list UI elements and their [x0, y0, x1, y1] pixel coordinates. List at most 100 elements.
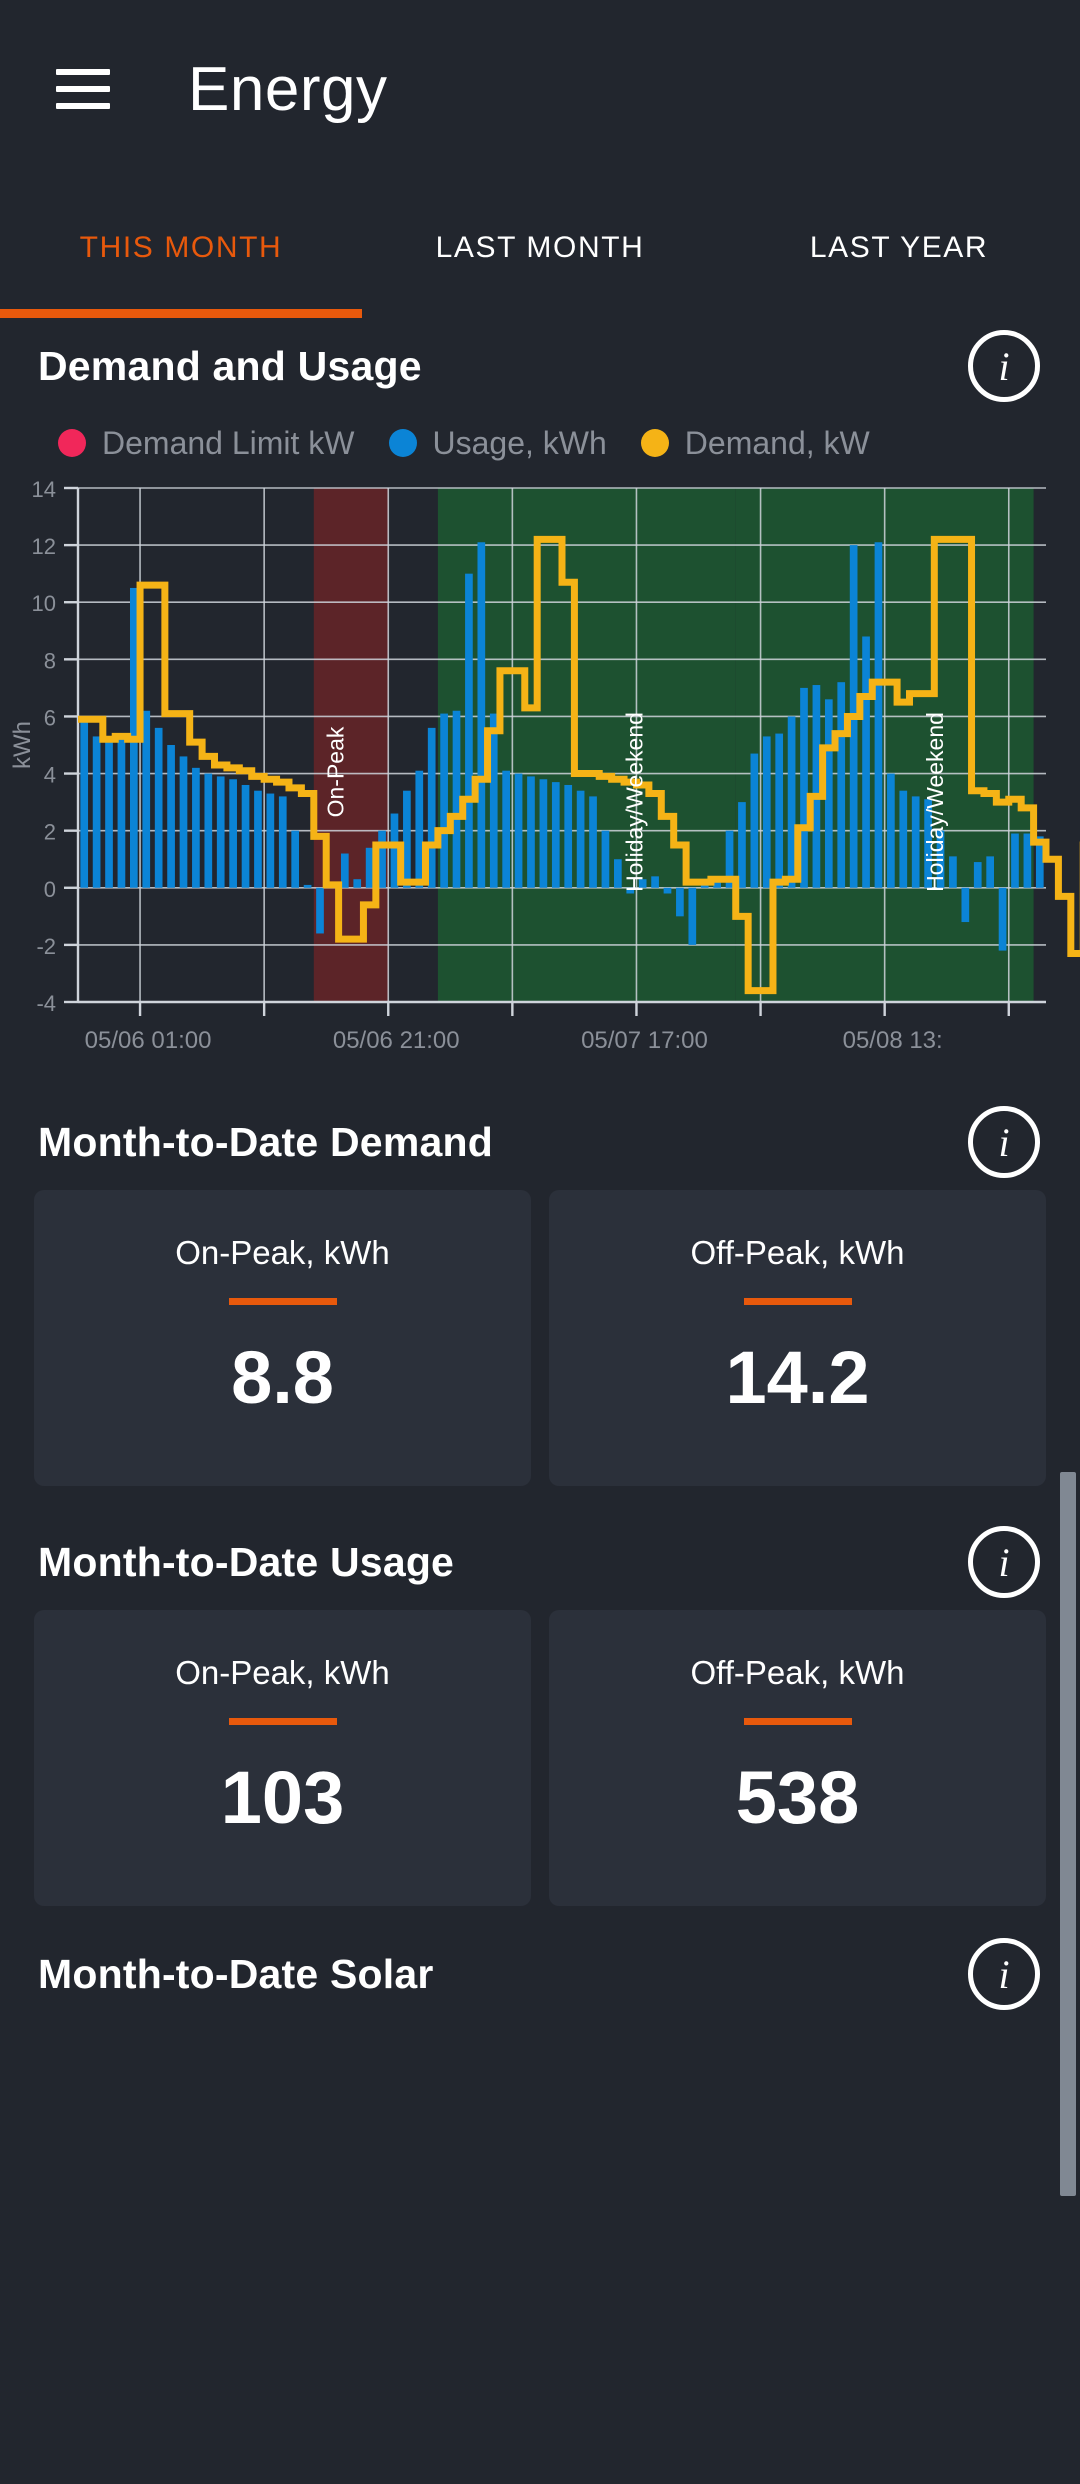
demand-usage-chart[interactable]: -4 -2 0 2 4 6 8 10 12 14 05/06 01:00 05/06 21:00 05/…: [0, 472, 1080, 1082]
info-icon[interactable]: i: [968, 330, 1040, 402]
card-rule: [228, 1718, 337, 1725]
chart-band-label: Holiday/Weekend: [922, 712, 948, 892]
chart-bar: [837, 682, 846, 888]
chart-bar: [278, 796, 287, 888]
chart-bar: [340, 853, 349, 888]
chart-bar: [911, 796, 920, 888]
mtd-demand-cards: On-Peak, kWh 8.8 Off-Peak, kWh 14.2: [0, 1190, 1080, 1486]
y-axis-title: kWh: [9, 721, 36, 769]
chart-bar: [489, 713, 498, 888]
info-icon[interactable]: i: [968, 1526, 1040, 1598]
chart-bar: [874, 542, 883, 888]
chart-bar: [775, 733, 784, 888]
info-icon[interactable]: i: [968, 1106, 1040, 1178]
vertical-scrollbar[interactable]: [1060, 1472, 1076, 2196]
chart-bar: [551, 782, 560, 888]
chart-bar: [229, 779, 237, 888]
chart-bar: [117, 739, 126, 888]
chart-bar: [899, 790, 908, 888]
chart-band-label: On-Peak: [323, 726, 349, 817]
chart-bar: [403, 790, 411, 888]
chart-bar: [440, 713, 448, 888]
y-tick-label: 14: [32, 477, 56, 502]
chart-bar: [651, 876, 659, 888]
mtd-usage-header: Month-to-Date Usage i: [0, 1514, 1080, 1610]
chart-bar: [378, 830, 386, 888]
chart-bar: [527, 776, 535, 888]
mtd-demand-off-peak-card[interactable]: Off-Peak, kWh 14.2: [549, 1190, 1046, 1486]
chart-bar: [216, 776, 225, 888]
chart-bar: [427, 727, 436, 888]
chart-bar: [365, 847, 374, 888]
y-tick-label: 10: [32, 591, 56, 616]
chart-bar: [514, 773, 523, 888]
y-tick-label: 12: [32, 534, 56, 559]
mtd-usage-off-peak-card[interactable]: Off-Peak, kWh 538: [549, 1610, 1046, 1906]
chart-bar: [390, 813, 399, 888]
chart-bar: [502, 770, 511, 888]
mtd-demand-header: Month-to-Date Demand i: [0, 1094, 1080, 1190]
legend-item-usage[interactable]: Usage, kWh: [388, 424, 607, 462]
app-bar: Energy: [0, 0, 1080, 178]
mtd-solar-header: Month-to-Date Solar i: [0, 1926, 1080, 2022]
demand-usage-header: Demand and Usage i: [0, 318, 1080, 414]
hamburger-bar: [56, 103, 110, 109]
chart-bar: [824, 699, 833, 888]
energy-dashboard-screen: Energy THIS MONTH LAST MONTH LAST YEAR D…: [0, 0, 1080, 2484]
mtd-demand-on-peak-card[interactable]: On-Peak, kWh 8.8: [34, 1190, 531, 1486]
mtd-usage-on-peak-card[interactable]: On-Peak, kWh 103: [34, 1610, 531, 1906]
chart-bar: [254, 790, 262, 888]
chart-bar: [762, 736, 771, 888]
legend-label: Demand, kW: [684, 424, 870, 461]
legend-dot-icon: [58, 429, 86, 457]
legend-label: Demand Limit kW: [102, 424, 355, 461]
chart-bar: [1023, 833, 1032, 888]
page-title: Energy: [188, 54, 388, 124]
tab-last-year[interactable]: LAST YEAR: [718, 178, 1080, 318]
chart-canvas: -4 -2 0 2 4 6 8 10 12 14 05/06 01:00 05/06 21:00 05/…: [9, 477, 1080, 1054]
tab-active-indicator: [0, 309, 362, 318]
chart-bar: [676, 887, 684, 917]
chart-bar: [303, 884, 312, 888]
card-label: Off-Peak, kWh: [690, 1234, 905, 1271]
y-tick-label: -2: [36, 934, 56, 959]
chart-bar: [80, 722, 89, 888]
card-value: 14.2: [725, 1336, 870, 1419]
tab-last-month[interactable]: LAST MONTH: [362, 178, 718, 318]
card-label: Off-Peak, kWh: [690, 1654, 905, 1691]
chart-bar: [167, 745, 175, 888]
legend-item-demand-limit[interactable]: Demand Limit kW: [58, 425, 355, 462]
info-icon[interactable]: i: [968, 1938, 1040, 2010]
chart-bar: [576, 790, 585, 888]
card-value: 538: [735, 1756, 860, 1839]
mtd-usage-title: Month-to-Date Usage: [38, 1538, 455, 1585]
tab-this-month[interactable]: THIS MONTH: [0, 178, 362, 318]
chart-bar: [192, 767, 200, 888]
chart-bar: [179, 756, 188, 888]
x-tick-label: 05/06 21:00: [333, 1027, 460, 1054]
chart-bar: [415, 770, 424, 888]
card-value: 8.8: [231, 1336, 334, 1419]
hamburger-menu-icon[interactable]: [56, 69, 110, 109]
chart-bar: [862, 636, 870, 888]
chart-bar: [353, 879, 362, 888]
y-tick-label: 8: [44, 648, 56, 673]
chart-bar: [241, 784, 250, 888]
y-tick-label: 2: [44, 820, 56, 845]
chart-bar: [477, 542, 486, 888]
chart-bar: [688, 887, 697, 945]
x-tick-label: 05/07 17:00: [581, 1027, 708, 1054]
card-label: On-Peak, kWh: [175, 1234, 390, 1271]
chart-bar: [266, 793, 275, 888]
legend-item-demand[interactable]: Demand, kW: [640, 424, 870, 462]
y-tick-label: -4: [36, 991, 56, 1016]
legend-label: Usage, kWh: [432, 424, 607, 461]
card-rule: [228, 1298, 337, 1305]
mtd-solar-title: Month-to-Date Solar: [38, 1950, 434, 1997]
chart-bar: [663, 887, 672, 894]
chart-bar: [92, 736, 101, 888]
y-tick-label: 0: [44, 877, 56, 902]
chart-bar: [738, 802, 746, 888]
chart-bar: [973, 862, 982, 888]
mtd-usage-cards: On-Peak, kWh 103 Off-Peak, kWh 538: [0, 1610, 1080, 1906]
